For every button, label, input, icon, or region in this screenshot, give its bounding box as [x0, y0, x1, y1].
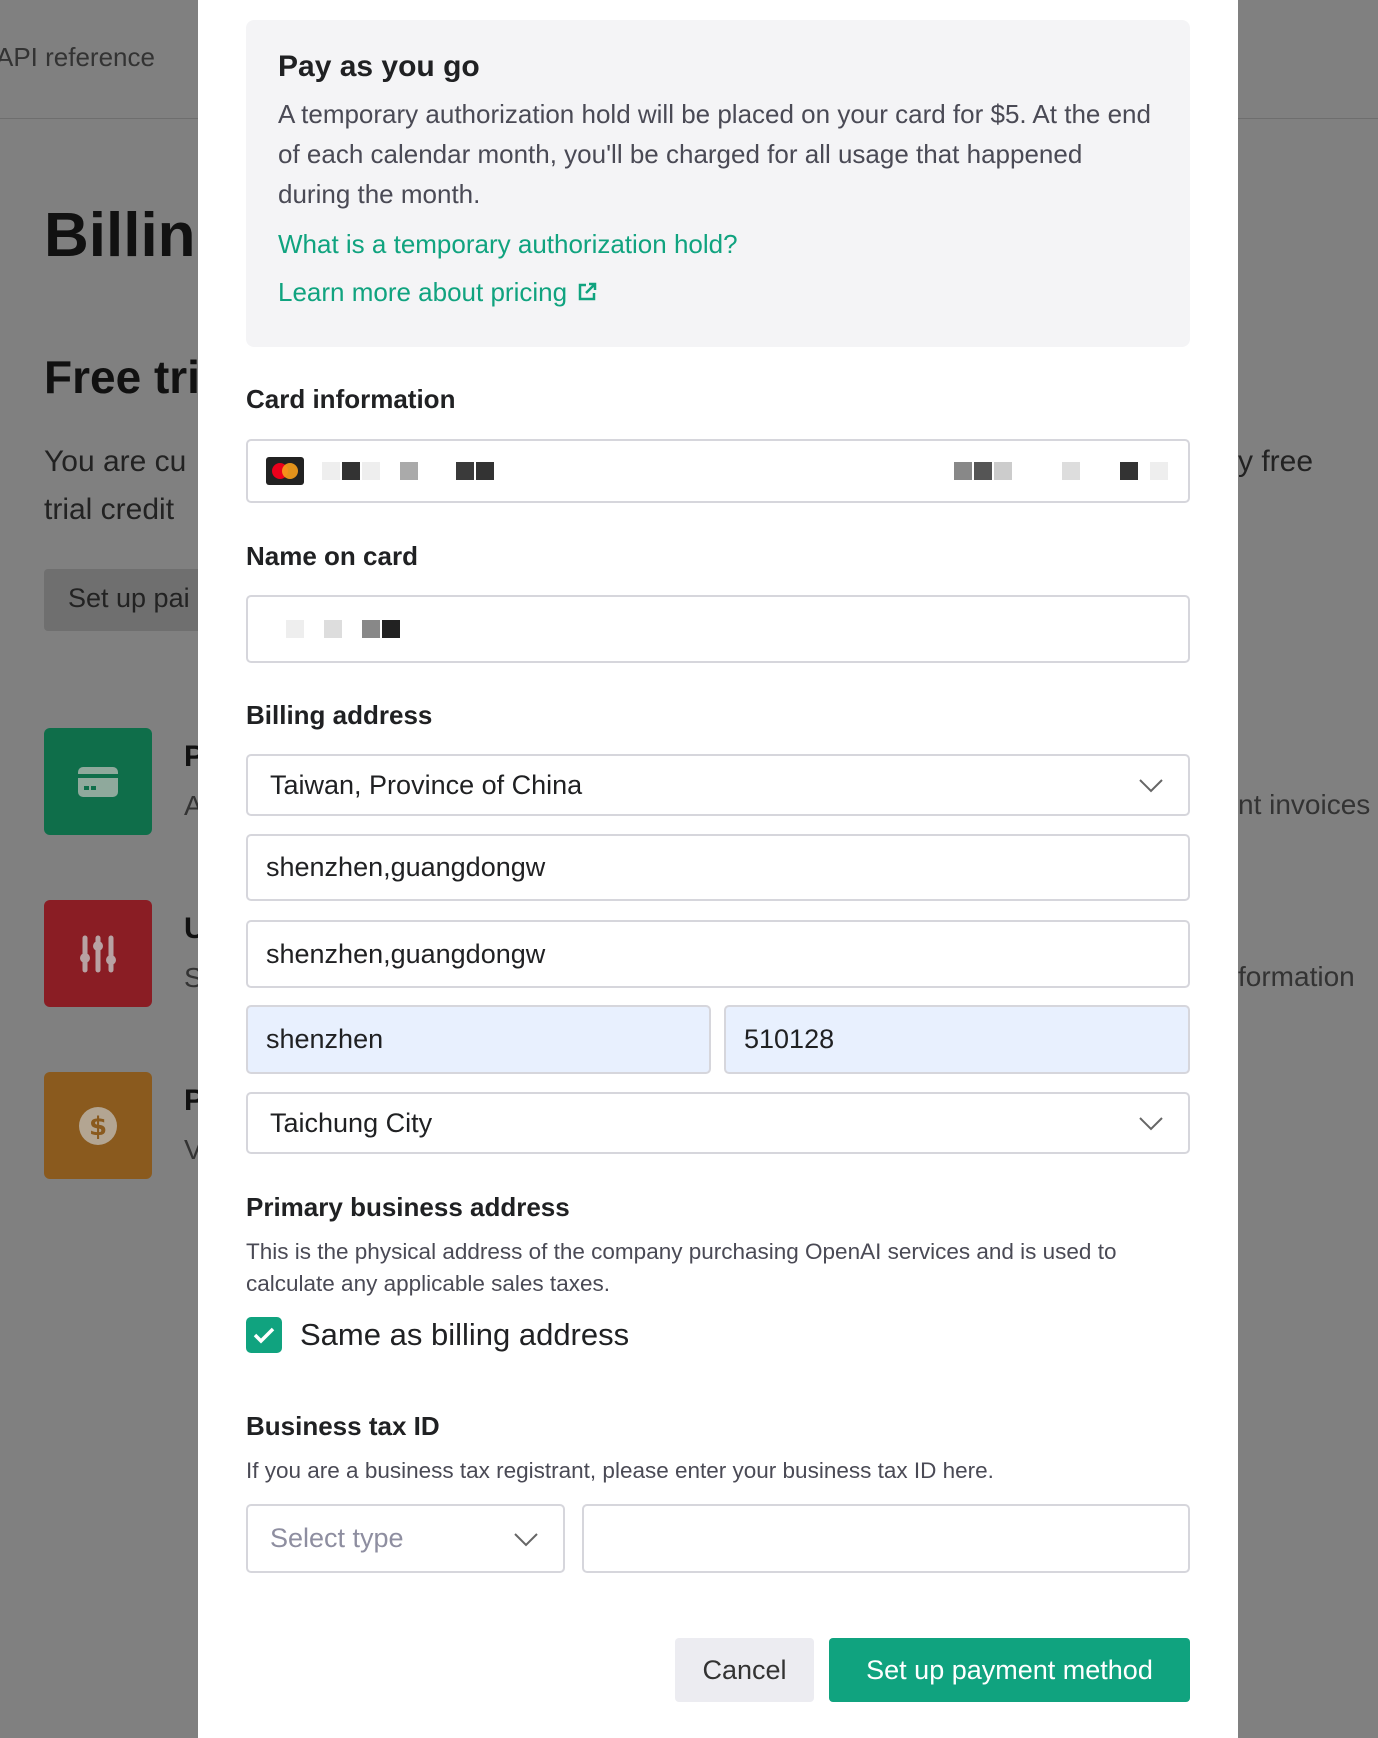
business-tax-id-desc: If you are a business tax registrant, pl… [246, 1458, 994, 1483]
info-title: Pay as you go [278, 50, 480, 83]
link-text: Learn more about pricing [278, 276, 568, 307]
name-on-card-label: Name on card [246, 541, 418, 571]
address-line1-value: shenzhen,guangdongw [266, 852, 546, 882]
checkbox-checked-icon [246, 1317, 282, 1353]
link-text: What is a temporary authorization hold? [278, 228, 738, 259]
info-body: A temporary authorization hold will be p… [278, 99, 1151, 209]
set-up-payment-method-button[interactable]: Set up payment method [829, 1638, 1190, 1702]
trial-text-2: trial credit [44, 493, 175, 526]
name-on-card-input[interactable] [246, 595, 1190, 663]
address-line2-input[interactable]: shenzhen,guangdongw [246, 920, 1190, 988]
business-tax-id-label: Business tax ID [246, 1411, 440, 1441]
same-as-billing-label: Same as billing address [300, 1317, 630, 1352]
tax-id-input[interactable] [582, 1504, 1190, 1573]
postal-code-value: 510128 [744, 1024, 835, 1054]
redacted-card-number [322, 456, 496, 487]
redacted-card-expiry [954, 456, 1170, 487]
postal-code-input[interactable]: 510128 [724, 1005, 1190, 1074]
address-line2-value: shenzhen,guangdongw [266, 938, 546, 969]
payment-method-modal: Pay as you go A temporary authorization … [198, 0, 1238, 1738]
country-value: Taiwan, Province of China [270, 769, 583, 800]
sliders-icon [80, 935, 116, 972]
external-link-icon [578, 282, 597, 301]
billing-address-label: Billing address [246, 700, 433, 730]
trial-text: You are cu [44, 445, 187, 478]
country-select[interactable]: Taiwan, Province of China [246, 754, 1190, 816]
primary-business-address-desc: This is the physical address of the comp… [246, 1239, 1117, 1296]
usage-limits-tile[interactable] [44, 900, 152, 1007]
city-value: shenzhen [266, 1024, 384, 1054]
chevron-down-icon [1139, 779, 1163, 793]
section-title: Free tri [44, 351, 200, 403]
city-input[interactable]: shenzhen [246, 1005, 711, 1074]
state-select[interactable]: Taichung City [246, 1092, 1190, 1154]
pay-as-you-go-info: Pay as you go A temporary authorization … [246, 20, 1190, 347]
information-text: formation [1238, 961, 1355, 992]
credit-card-icon [78, 766, 118, 797]
nav-api-reference[interactable]: API reference [0, 42, 155, 73]
trial-text-right: y free [1238, 445, 1314, 478]
cancel-button[interactable]: Cancel [675, 1638, 814, 1702]
pricing-link[interactable]: Learn more about pricing [278, 276, 1158, 308]
setup-paid-button[interactable]: Set up pai [44, 569, 204, 631]
primary-business-address-label: Primary business address [246, 1192, 570, 1222]
svg-text:$: $ [89, 1112, 107, 1142]
tax-type-select[interactable]: Select type [246, 1504, 565, 1573]
chevron-down-icon [1139, 1117, 1163, 1131]
same-as-billing-checkbox[interactable]: Same as billing address [246, 1317, 629, 1353]
dollar-icon: $ [79, 1106, 117, 1145]
card-info-label: Card information [246, 384, 456, 414]
address-line1-input[interactable]: shenzhen,guangdongw [246, 834, 1190, 901]
chevron-down-icon [514, 1532, 538, 1546]
redacted-name [286, 614, 402, 645]
payment-methods-tile[interactable] [44, 728, 152, 835]
mastercard-icon [266, 457, 304, 485]
card-number-input[interactable] [246, 439, 1190, 503]
pricing-tile[interactable]: $ [44, 1072, 152, 1179]
tax-type-placeholder: Select type [270, 1523, 404, 1553]
page-title: Billin [44, 201, 196, 270]
invoices-text: nt invoices [1238, 789, 1371, 820]
state-value: Taichung City [270, 1107, 433, 1138]
authorization-hold-link[interactable]: What is a temporary authorization hold? [278, 228, 1158, 260]
